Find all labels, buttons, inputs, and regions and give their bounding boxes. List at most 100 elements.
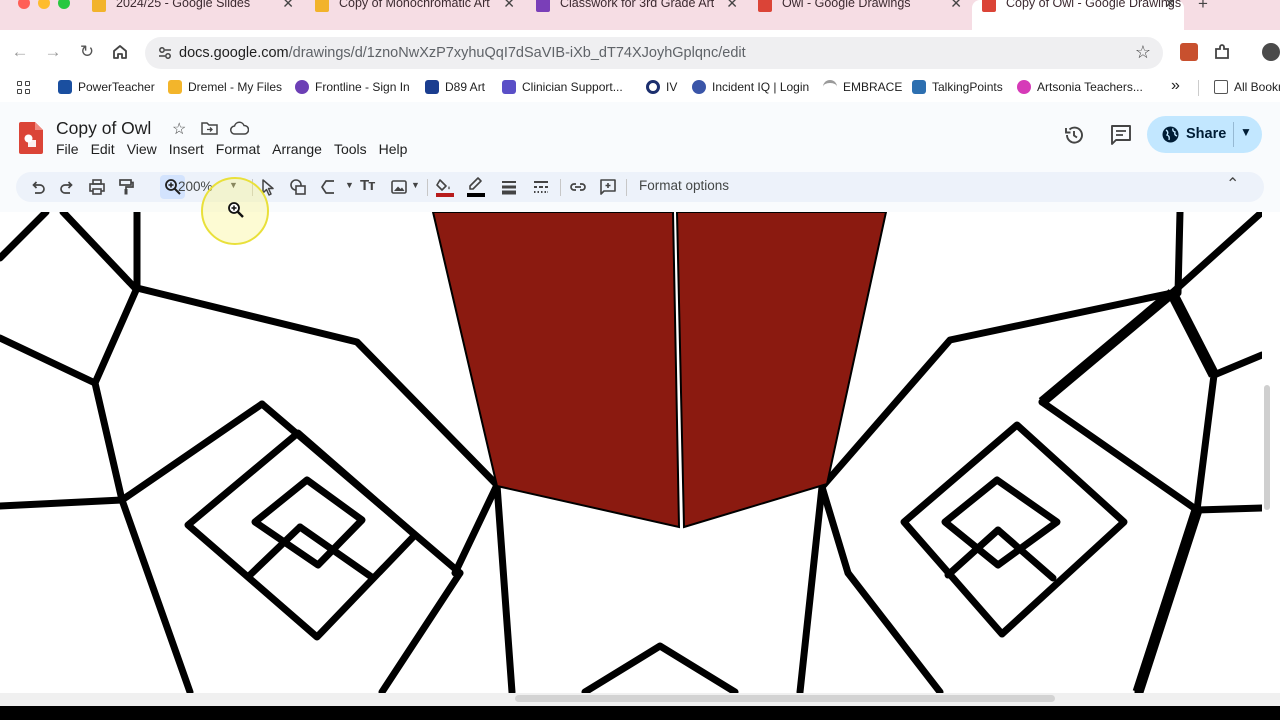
bookmark-label: TalkingPoints: [932, 80, 1003, 94]
toolbar-divider: [427, 179, 428, 196]
star-icon[interactable]: ☆: [172, 119, 186, 139]
menu-format[interactable]: Format: [216, 141, 260, 157]
menu-file[interactable]: File: [56, 141, 79, 157]
bookmarks-overflow-button[interactable]: »: [1171, 77, 1180, 95]
bookmark-item[interactable]: PowerTeacher: [58, 80, 155, 94]
apps-grid-icon[interactable]: [17, 81, 31, 95]
text-box-icon[interactable]: Tт: [360, 177, 375, 194]
frontline-icon: [295, 80, 309, 94]
document-title[interactable]: Copy of Owl: [56, 118, 151, 139]
bookmark-item[interactable]: Dremel - My Files: [168, 80, 282, 94]
share-button[interactable]: Share ▼: [1147, 116, 1262, 153]
outline-stroke: [1174, 212, 1184, 297]
menu-help[interactable]: Help: [379, 141, 408, 157]
border-color-icon[interactable]: [467, 176, 485, 198]
bookmark-item[interactable]: Artsonia Teachers...: [1017, 80, 1143, 94]
image-dropdown-icon[interactable]: ▼: [411, 180, 420, 190]
artsonia-icon: [1017, 80, 1031, 94]
profile-avatar[interactable]: [1262, 43, 1280, 61]
move-folder-icon[interactable]: [201, 121, 218, 140]
menu-edit[interactable]: Edit: [91, 141, 115, 157]
browser-tab[interactable]: Owl - Google Drawings ✕: [748, 0, 970, 30]
outline-stroke-thick: [1132, 508, 1203, 693]
shape-icon[interactable]: [289, 178, 307, 196]
close-window-dot[interactable]: [18, 0, 30, 9]
print-icon[interactable]: [88, 178, 106, 196]
bookmark-item[interactable]: D89 Art: [425, 80, 485, 94]
undo-icon[interactable]: [29, 178, 47, 196]
menu-view[interactable]: View: [127, 141, 157, 157]
bookmark-item[interactable]: Clinician Support...: [502, 80, 623, 94]
browser-tab-active[interactable]: Copy of Owl - Google Drawings ✕: [972, 0, 1184, 30]
new-tab-icon[interactable]: +: [1198, 0, 1208, 14]
left-eye-inner: [296, 523, 377, 582]
redo-icon[interactable]: [58, 178, 76, 196]
minimize-window-dot[interactable]: [38, 0, 50, 9]
paint-format-icon[interactable]: [117, 178, 135, 196]
bookmark-label: Frontline - Sign In: [315, 80, 410, 94]
share-label: Share: [1186, 126, 1227, 142]
bookmark-item[interactable]: Frontline - Sign In: [295, 80, 410, 94]
extension-icon[interactable]: [1180, 43, 1198, 61]
url-path: /drawings/d/1znoNwXzP7xyhuQqI7dSaVIB-iXb…: [288, 45, 746, 61]
border-dash-icon[interactable]: [532, 178, 550, 196]
site-settings-icon[interactable]: [157, 45, 173, 61]
forward-icon[interactable]: →: [42, 41, 64, 63]
browser-tab[interactable]: 2024/25 - Google Slides ✕: [82, 0, 302, 30]
maroon-shape-left[interactable]: [431, 212, 681, 529]
browser-tab[interactable]: Copy of Monochromatic Art ✕: [305, 0, 523, 30]
menu-insert[interactable]: Insert: [169, 141, 204, 157]
bookmark-item[interactable]: EMBRACE: [823, 80, 902, 94]
bookmark-item[interactable]: IV: [646, 80, 677, 94]
address-bar-row: ← → ↻ docs.google.com/drawings/d/1znoNwX…: [0, 30, 1280, 74]
chevron-down-icon[interactable]: ▼: [1240, 125, 1252, 139]
cloud-status-icon[interactable]: [230, 121, 250, 140]
add-comment-icon[interactable]: [599, 178, 617, 196]
all-bookmarks-button[interactable]: All Bookmarks: [1214, 80, 1280, 94]
outline-stroke-thick: [1167, 290, 1219, 378]
right-eye-ring: [1038, 398, 1201, 514]
comments-icon[interactable]: [1110, 124, 1132, 146]
maroon-shape-right[interactable]: [675, 212, 888, 529]
border-weight-icon[interactable]: [500, 178, 518, 196]
right-eye-ring: [844, 569, 944, 693]
d89-art-icon: [425, 80, 439, 94]
back-icon[interactable]: ←: [9, 41, 31, 63]
maximize-window-dot[interactable]: [58, 0, 70, 9]
vertical-scrollbar-thumb[interactable]: [1264, 385, 1270, 510]
right-eye-middle: [941, 476, 1061, 569]
image-icon[interactable]: [390, 178, 408, 196]
close-icon[interactable]: ✕: [282, 0, 294, 12]
close-icon[interactable]: ✕: [1164, 0, 1176, 12]
bookmark-star-icon[interactable]: ☆: [1135, 42, 1151, 63]
home-icon[interactable]: [109, 41, 131, 63]
line-dropdown-icon[interactable]: ▼: [345, 180, 354, 190]
close-icon[interactable]: ✕: [503, 0, 515, 12]
horizontal-scrollbar-thumb[interactable]: [515, 695, 1055, 702]
outline-stroke: [1168, 289, 1262, 379]
outline-stroke: [59, 212, 139, 292]
drawing-canvas[interactable]: [0, 212, 1262, 693]
reload-icon[interactable]: ↻: [76, 41, 98, 63]
close-icon[interactable]: ✕: [726, 0, 738, 12]
version-history-icon[interactable]: [1063, 124, 1085, 146]
close-icon[interactable]: ✕: [950, 0, 962, 12]
collapse-toolbar-icon[interactable]: ⌃: [1226, 174, 1239, 194]
line-tool-icon[interactable]: [319, 178, 337, 196]
link-icon[interactable]: [569, 178, 587, 196]
fill-color-icon[interactable]: [436, 176, 454, 198]
bookmark-label: Artsonia Teachers...: [1037, 80, 1143, 94]
owl-drawing[interactable]: [0, 212, 1262, 693]
menu-tools[interactable]: Tools: [334, 141, 367, 157]
address-bar[interactable]: docs.google.com/drawings/d/1znoNwXzP7xyh…: [145, 37, 1163, 69]
browser-tab[interactable]: Classwork for 3rd Grade Art ✕: [526, 0, 746, 30]
tab-label: Copy of Owl - Google Drawings: [1006, 0, 1182, 10]
menu-arrange[interactable]: Arrange: [272, 141, 322, 157]
google-drawings-logo[interactable]: [19, 122, 43, 154]
format-options-button[interactable]: Format options: [639, 178, 729, 193]
bookmarks-divider: [1198, 80, 1199, 96]
bookmark-item[interactable]: TalkingPoints: [912, 80, 1003, 94]
toolbar-divider: [626, 179, 627, 196]
bookmark-item[interactable]: Incident IQ | Login: [692, 80, 809, 94]
extensions-puzzle-icon[interactable]: [1213, 43, 1231, 61]
